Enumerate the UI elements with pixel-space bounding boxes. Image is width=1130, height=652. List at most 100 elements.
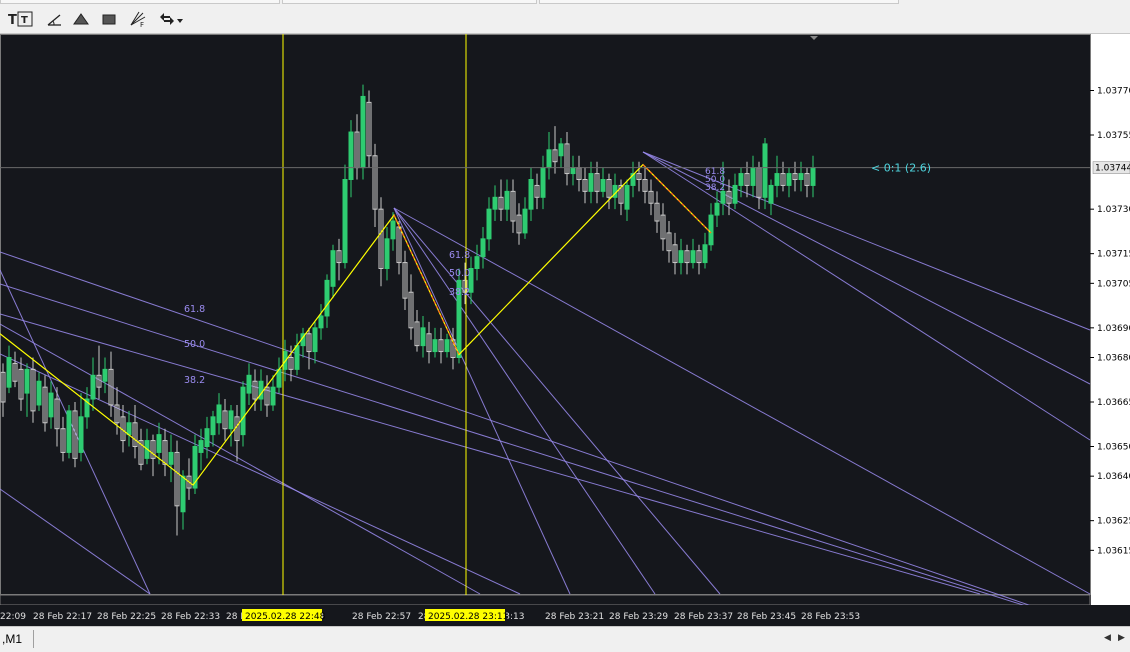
candle-body — [678, 250, 684, 264]
candle-body — [294, 345, 300, 370]
svg-text:F: F — [140, 21, 144, 27]
candle-body — [588, 173, 594, 192]
toolbar-top-strip — [0, 0, 1130, 6]
candle-body — [768, 184, 774, 204]
price-label: 1.03665 — [1097, 398, 1130, 408]
candle-body — [66, 410, 72, 453]
candle-body — [360, 95, 366, 169]
candle — [456, 268, 462, 364]
candle-body — [774, 173, 780, 186]
candle-body — [204, 428, 210, 448]
triangle-icon — [73, 13, 89, 25]
fan-level-label: 61.8 — [184, 304, 205, 315]
candle-body — [432, 339, 438, 353]
candle-body — [762, 143, 768, 198]
candle-body — [600, 179, 606, 192]
candle-body — [384, 238, 390, 269]
candle-body — [240, 386, 246, 436]
arrows-menu-button[interactable] — [156, 9, 186, 29]
fan-level-label: 50.0 — [449, 268, 470, 279]
scroll-left-icon[interactable]: ◀ — [1104, 633, 1111, 643]
candle-body — [750, 167, 756, 186]
candle-body — [624, 184, 630, 210]
fan-ratio-label: < 0:1 (2.6) — [871, 162, 931, 175]
price-label: 1.03680 — [1097, 354, 1130, 364]
vline-date-text: 2025.02.28 23:11 — [428, 612, 508, 622]
angle-draw-icon — [47, 14, 61, 26]
candle — [66, 404, 72, 459]
candle-body — [126, 422, 132, 436]
time-label: 28 Feb 23:21 — [545, 612, 604, 622]
candle-body — [48, 392, 54, 418]
candle-body — [444, 339, 450, 353]
candle-body — [504, 190, 510, 210]
fan-level-label: 50.0 — [184, 339, 205, 350]
price-label: 1.03770 — [1097, 87, 1130, 97]
candle-body — [558, 143, 564, 157]
candle-body — [246, 374, 252, 394]
chart-background-fill — [0, 34, 1130, 626]
price-label: 1.03705 — [1097, 279, 1130, 289]
time-label: 28 Feb 22:57 — [352, 612, 411, 622]
candle-body — [210, 416, 216, 436]
candle — [342, 164, 348, 269]
candle-body — [168, 451, 174, 465]
chart-window[interactable]: 61.8 50.0 38.2 61.8 50.0 38.2 61.8 50.0 38.2 < 0:… — [0, 34, 1130, 626]
candle-body — [342, 179, 348, 264]
svg-text:T: T — [21, 15, 28, 26]
price-axis-bg — [1091, 34, 1130, 594]
candle-body — [798, 173, 804, 180]
candle-body — [312, 327, 318, 353]
time-label: 28 Feb 23:37 — [674, 612, 733, 622]
candle-body — [570, 167, 576, 175]
price-label: 1.03625 — [1097, 517, 1130, 527]
candle-body — [270, 386, 276, 406]
time-label: 28 Feb 22:33 — [161, 612, 220, 622]
toolbar-strip-segment — [282, 0, 537, 4]
time-label: 28 Feb 22:17 — [33, 612, 92, 622]
scrollbar-track — [0, 594, 1091, 606]
text-frame-button[interactable]: T — [14, 9, 36, 29]
candle-body — [228, 410, 234, 430]
candle-body — [198, 440, 204, 453]
time-axis: 22:09 28 Feb 22:17 28 Feb 22:25 28 Feb 22:3… — [0, 605, 1130, 626]
candle-body — [486, 208, 492, 240]
vline-date-text: 2025.02.28 22:48 — [245, 612, 326, 622]
angle-draw-button[interactable] — [43, 9, 65, 29]
candle-body — [738, 173, 744, 186]
current-price-value: 1.03744 — [1095, 164, 1130, 174]
candle-body — [318, 315, 324, 329]
candle-body — [528, 179, 534, 210]
candle-body — [330, 250, 336, 287]
candle-body — [348, 131, 354, 180]
time-label: 28 Feb 23:45 — [737, 612, 796, 622]
candle-body — [78, 416, 84, 453]
rectangle-button[interactable] — [98, 9, 120, 29]
candle-body — [102, 368, 108, 382]
triangle-button[interactable] — [70, 9, 92, 29]
fibonacci-fan-button[interactable]: F — [127, 9, 149, 29]
price-label: 1.03730 — [1097, 205, 1130, 215]
dropdown-arrow-icon — [177, 19, 183, 23]
scroll-right-icon[interactable]: ▶ — [1118, 633, 1125, 643]
candle-body — [708, 214, 714, 246]
toolbar-strip-segment — [539, 0, 899, 4]
candle-body — [540, 167, 546, 198]
rectangle-icon — [102, 14, 116, 25]
candle-body — [480, 238, 486, 258]
candle-body — [90, 374, 96, 400]
candle-body — [324, 279, 330, 317]
candle-body — [6, 357, 12, 388]
fan-level-label: 61.8 — [449, 250, 470, 261]
price-chart[interactable]: 61.850.038.261.850.038.261.850.038.2< 0:… — [0, 34, 1130, 626]
candle-body — [420, 327, 426, 347]
candle-body — [492, 196, 498, 210]
drawing-toolbar: T T F — [0, 0, 1130, 34]
candle-body — [786, 173, 792, 186]
candle — [360, 84, 366, 180]
price-axis: 1.03770 1.03755 1.03730 1.03715 1.03705 1.036… — [1090, 34, 1130, 626]
time-label: 28 Feb 22:25 — [97, 612, 156, 622]
chart-tab-label[interactable]: ,M1 — [2, 632, 22, 646]
tab-divider — [33, 630, 34, 648]
candle-body — [690, 250, 696, 264]
